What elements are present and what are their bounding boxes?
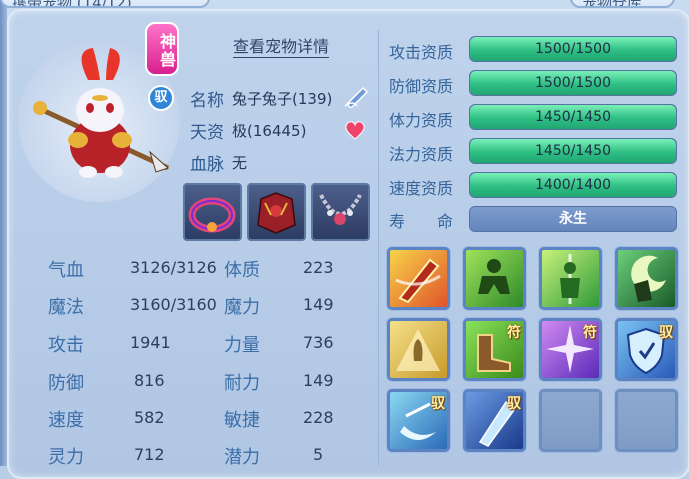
tab-carried-pets-label: 携带宠物 (14/12)	[12, 0, 132, 6]
view-pet-details-link[interactable]: 查看宠物详情	[233, 37, 330, 58]
crescent-guard-skill-icon	[631, 255, 666, 302]
tab-pet-storage[interactable]: 宠物仓库	[570, 0, 675, 8]
heart-icon[interactable]	[343, 119, 367, 141]
necklace-equip-icon	[319, 194, 362, 225]
stat-magic-value: 149	[303, 295, 334, 314]
skill-slot-4[interactable]	[615, 247, 678, 310]
tab-pet-storage-label: 宠物仓库	[582, 0, 642, 6]
stat-constitution-label: 体质	[224, 260, 260, 281]
aptitude-mana-bar: 1450/1450	[469, 138, 677, 164]
aptitude-speed-label: 速度资质	[389, 179, 454, 198]
stat-defense-value: 816	[134, 371, 165, 390]
stat-spirit-label: 灵力	[48, 447, 84, 468]
mount-badge: 驭	[148, 85, 174, 111]
aptitude-defense-value: 1500/1500	[535, 75, 611, 91]
aptitude-defense-bar: 1500/1500	[469, 70, 677, 96]
skill-slot-8[interactable]: 驭	[615, 318, 678, 381]
aptitude-stamina-label: 体力资质	[389, 111, 454, 130]
talisman-tag: 符	[583, 325, 597, 341]
stat-endurance-value: 149	[303, 371, 334, 390]
light-figure-skill-icon	[560, 254, 580, 304]
aptitude-attack-value: 1500/1500	[535, 41, 611, 57]
skill-slot-6[interactable]: 符	[463, 318, 526, 381]
window-left-edge	[0, 0, 7, 466]
skill-slot-10[interactable]: 驭	[463, 389, 526, 452]
divine-beast-badge: 神兽	[145, 22, 179, 76]
sword-strike-skill-icon	[395, 258, 441, 304]
stat-potential-value: 5	[313, 445, 324, 464]
stat-speed-value: 582	[134, 408, 165, 427]
stat-mp-value: 3160/3160	[130, 295, 217, 314]
equip-slot-armor[interactable]	[247, 183, 306, 241]
stat-attack-value: 1941	[130, 333, 171, 352]
aptitude-speed-bar: 1400/1400	[469, 172, 677, 198]
rename-pencil-icon[interactable]	[343, 84, 371, 110]
talisman-tag: 符	[507, 325, 521, 341]
bloodline-label: 血脉	[190, 155, 224, 175]
panel-divider	[378, 30, 379, 466]
stat-mp-label: 魔法	[48, 297, 84, 318]
stat-potential-label: 潜力	[224, 447, 260, 468]
lifespan-label: 寿 命	[389, 212, 454, 231]
skill-slot-11-empty[interactable]	[539, 389, 602, 452]
aptitude-defense-label: 防御资质	[389, 77, 454, 96]
stat-agility-value: 228	[303, 408, 334, 427]
bloodline-value: 无	[232, 154, 248, 172]
rabbit-burst-skill-icon	[396, 329, 440, 371]
aptitude-stamina-value: 1450/1450	[535, 109, 611, 125]
stat-constitution-value: 223	[303, 258, 334, 277]
warrior-stance-skill-icon	[478, 259, 510, 294]
aptitude-stamina-bar: 1450/1450	[469, 104, 677, 130]
pet-window: 携带宠物 (14/12) 宠物仓库 神兽 驭 查看宠物详情 名	[0, 0, 689, 479]
skill-slot-9[interactable]: 驭	[387, 389, 450, 452]
equip-slot-necklace[interactable]	[311, 183, 370, 241]
aptitude-speed-value: 1400/1400	[535, 177, 611, 193]
aptitude-mana-label: 法力资质	[389, 145, 454, 164]
aptitude-mana-value: 1450/1450	[535, 143, 611, 159]
skill-slot-12-empty[interactable]	[615, 389, 678, 452]
stat-defense-label: 防御	[48, 373, 84, 394]
lifespan-value: 永生	[559, 211, 587, 227]
skill-slot-3[interactable]	[539, 247, 602, 310]
skill-slot-5[interactable]	[387, 318, 450, 381]
lifespan-bar: 永生	[469, 206, 677, 232]
mount-tag: 驭	[659, 325, 673, 341]
skill-slot-7[interactable]: 符	[539, 318, 602, 381]
tab-carried-pets[interactable]: 携带宠物 (14/12)	[0, 0, 210, 8]
armor-equip-icon	[257, 192, 296, 234]
stat-attack-label: 攻击	[48, 335, 84, 356]
talent-value: 极(16445)	[232, 122, 307, 140]
collar-equip-icon	[188, 197, 236, 233]
stat-spirit-value: 712	[134, 445, 165, 464]
stat-hp-label: 气血	[48, 260, 84, 281]
equip-slot-collar[interactable]	[183, 183, 242, 241]
mount-tag: 驭	[507, 396, 521, 412]
skill-slot-2[interactable]	[463, 247, 526, 310]
name-label: 名称	[190, 91, 224, 111]
stat-agility-label: 敏捷	[224, 410, 260, 431]
pet-name-value: 兔子兔子(139)	[232, 90, 333, 108]
skill-slot-1[interactable]	[387, 247, 450, 310]
stat-strength-label: 力量	[224, 335, 260, 356]
stat-strength-value: 736	[303, 333, 334, 352]
aptitude-attack-label: 攻击资质	[389, 43, 454, 62]
stat-endurance-label: 耐力	[224, 373, 260, 394]
aptitude-attack-bar: 1500/1500	[469, 36, 677, 62]
talent-label: 天资	[190, 123, 224, 143]
mount-tag: 驭	[431, 396, 445, 412]
stat-hp-value: 3126/3126	[130, 258, 217, 277]
stat-magic-label: 魔力	[224, 297, 260, 318]
stat-speed-label: 速度	[48, 410, 84, 431]
